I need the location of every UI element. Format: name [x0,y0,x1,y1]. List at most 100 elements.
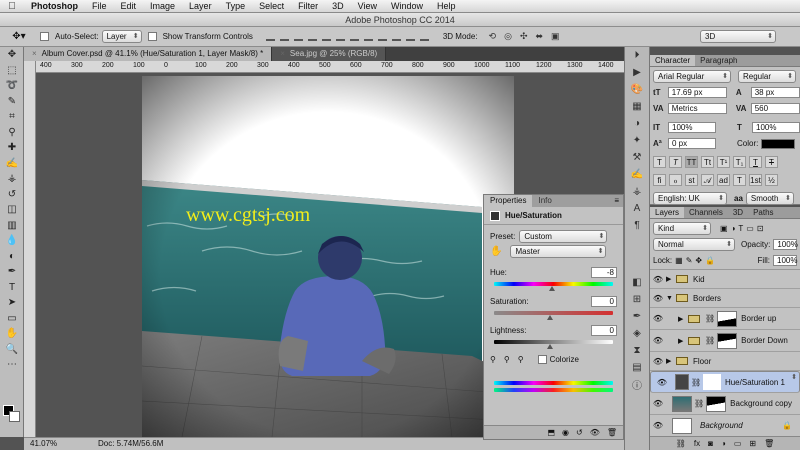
tab-info[interactable]: Info [532,195,557,207]
layer-row-kid[interactable]: 👁 ▶ Kid [650,270,800,289]
collapse-arrow-icon[interactable]: ▶ [678,315,688,323]
show-transform-checkbox[interactable] [147,32,157,41]
lasso-tool-icon[interactable]: ➰ [0,78,24,94]
faux-bold-button[interactable]: T [653,156,666,168]
chain-link-icon[interactable]: ⛓ [705,314,715,323]
new-layer-icon[interactable]: ⊞ [749,439,756,448]
layer-row-hue-saturation[interactable]: 👁 ⛓ Hue/Saturation 1 [650,371,800,393]
baseline-shift-field[interactable]: 0 px [668,138,716,149]
opacity-field[interactable]: 100% [773,239,798,250]
lock-transparent-icon[interactable]: ▦ [675,256,683,265]
collapse-arrow-icon[interactable]: ▶ [666,275,676,283]
tab-3d[interactable]: 3D [728,207,748,218]
pen-tool-icon[interactable]: ✒ [0,264,24,280]
channel-dropdown[interactable]: Master [510,245,607,258]
underline-button[interactable]: T [749,156,762,168]
lightness-slider[interactable] [484,344,623,352]
hue-input[interactable]: -8 [591,267,617,278]
layer-mask-thumbnail[interactable] [717,332,738,349]
history-brush-tool-icon[interactable]: ↺ [0,187,24,203]
zoom-tool-icon[interactable]: 🔍 [0,342,24,358]
panel-menu-icon[interactable]: ≡ [614,195,623,207]
menu-select[interactable]: Select [252,1,291,11]
layer-row-border-up[interactable]: 👁 ▶ ⛓ Border up [650,308,800,330]
brush-tool-icon[interactable]: ✍ [0,156,24,172]
3d-pan-icon[interactable]: ✣ [520,31,528,42]
more-tools-icon[interactable]: ⋯ [0,357,24,373]
hand-tool-icon[interactable]: ✋ [0,326,24,342]
paths-panel-icon[interactable]: ✒ [625,308,649,325]
lightness-input[interactable]: 0 [591,325,617,336]
channels-panel-icon[interactable]: ⊞ [625,291,649,308]
actions-panel-icon[interactable]: ▶ [625,64,649,81]
layer-row-borders[interactable]: 👁 ▼ Borders [650,289,800,308]
move-tool[interactable]: ✥ [0,47,24,63]
small-caps-button[interactable]: Tt [701,156,714,168]
blend-mode-dropdown[interactable]: Normal [653,238,735,251]
visibility-eye-icon[interactable]: 👁 [650,314,666,323]
menu-layer[interactable]: Layer [182,1,219,11]
filter-shape-icon[interactable]: ▭ [746,224,754,233]
font-style-dropdown[interactable]: Regular [738,70,796,83]
menu-view[interactable]: View [351,1,384,11]
layer-mask-thumbnail[interactable] [703,374,721,390]
visibility-eye-icon[interactable]: 👁 [650,357,666,366]
reset-icon[interactable]: ↺ [576,428,583,437]
clip-to-layer-icon[interactable]: ⬒ [547,428,555,437]
type-tool-icon[interactable]: T [0,280,24,296]
background-color-swatch[interactable] [9,411,20,422]
filter-type-icon[interactable]: T [738,224,743,233]
move-tool-icon[interactable]: ✥▾ [4,29,34,45]
menu-window[interactable]: Window [384,1,430,11]
lock-image-icon[interactable]: ✎ [686,256,693,265]
strikethrough-button[interactable]: T [765,156,778,168]
adjustments-panel-icon[interactable]: ◑ [625,115,649,132]
saturation-slider[interactable] [484,315,623,323]
layer-filter-dropdown[interactable]: Kind [653,222,711,235]
eraser-tool-icon[interactable]: ◫ [0,202,24,218]
layers-panel-icon[interactable]: ◧ [625,274,649,291]
distribute-top-icon[interactable] [349,32,359,41]
document-canvas[interactable] [142,76,514,437]
superscript-button[interactable]: T¹ [717,156,730,168]
layer-row-background[interactable]: 👁 Background 🔒 [650,415,800,437]
leading-field[interactable]: 38 px [750,87,800,98]
eyedropper-minus-icon[interactable]: ⚲ [518,355,524,364]
brush-panel-icon[interactable]: ✍ [625,166,649,183]
menu-edit[interactable]: Edit [114,1,144,11]
swatches-panel-icon[interactable]: ▦ [625,98,649,115]
visibility-eye-icon[interactable]: 👁 [650,399,666,408]
new-adjustment-icon[interactable]: ◑ [721,439,726,448]
3d-roll-icon[interactable]: ◎ [504,31,512,42]
ligatures-button[interactable]: fi [653,174,666,186]
color-panel-icon[interactable]: 🎨 [625,81,649,98]
crop-tool-icon[interactable]: ⌗ [0,109,24,125]
chain-link-icon[interactable]: ⛓ [705,336,715,345]
contextual-alt-button[interactable]: ℴ [669,174,682,186]
workspace-dropdown[interactable]: 3D [700,30,776,43]
layer-row-floor[interactable]: 👁 ▶ Floor [650,352,800,371]
filter-pixel-icon[interactable]: ▣ [720,224,728,233]
zoom-level[interactable]: 41.07% [24,438,58,450]
tab-paragraph[interactable]: Paragraph [695,55,742,66]
tracking-field[interactable]: 560 [750,103,800,114]
timeline-panel-icon[interactable]: ⧗ [625,342,649,359]
paragraph-panel-icon[interactable]: ¶ [625,217,649,234]
align-left-icon[interactable] [307,32,317,41]
menu-filter[interactable]: Filter [291,1,325,11]
tab-album-cover[interactable]: × Album Cover.psd @ 41.1% (Hue/Saturation… [24,47,273,61]
saturation-slider-thumb[interactable] [547,315,553,320]
horizontal-scale-field[interactable]: 100% [752,122,800,133]
align-vcenter-icon[interactable] [279,32,289,41]
layer-row-border-down[interactable]: 👁 ▶ ⛓ Border Down [650,330,800,352]
targeted-adjustment-hand-icon[interactable]: ✋ [490,246,502,257]
expand-arrow-icon[interactable]: ▼ [666,295,676,302]
hue-slider[interactable] [484,286,623,294]
shape-tool-icon[interactable]: ▭ [0,311,24,327]
chain-link-icon[interactable]: ⛓ [691,377,701,388]
link-layers-icon[interactable]: ⛓ [676,439,686,448]
fractions-button[interactable]: ½ [765,174,778,186]
new-group-icon[interactable]: ▭ [734,439,742,448]
visibility-eye-icon[interactable]: 👁 [650,275,666,284]
distribute-right-icon[interactable] [419,32,429,41]
